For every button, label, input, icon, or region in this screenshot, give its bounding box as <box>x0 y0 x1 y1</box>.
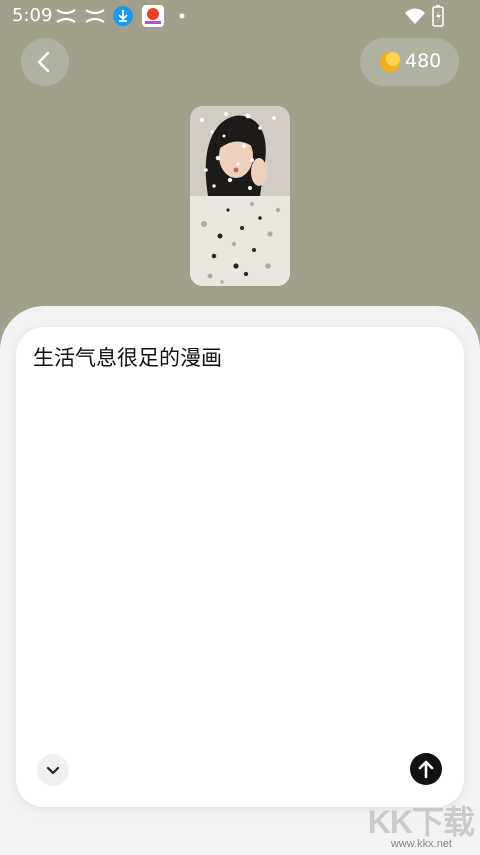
collapse-button[interactable] <box>37 754 69 786</box>
download-icon <box>113 6 133 26</box>
chevron-down-icon <box>46 766 60 775</box>
status-time: 5:09 <box>12 5 53 26</box>
status-bar: 5:09 <box>0 0 480 32</box>
app-notification-icon <box>142 5 164 27</box>
back-button[interactable] <box>21 38 69 86</box>
network-icon <box>56 9 76 23</box>
wifi-icon <box>405 8 425 24</box>
watermark-url: www.kkx.net <box>390 838 452 850</box>
arrow-up-icon <box>418 760 434 779</box>
coin-count: 480 <box>405 50 442 72</box>
notification-dot-icon <box>179 13 185 19</box>
send-button[interactable] <box>410 753 442 785</box>
prompt-input[interactable]: 生活气息很足的漫画 <box>33 343 443 373</box>
preview-image[interactable] <box>190 106 290 286</box>
coin-balance[interactable]: 480 <box>360 38 459 86</box>
portrait-preview <box>190 106 290 286</box>
network-icon <box>85 9 105 23</box>
watermark: KK下载 www.kkx.net <box>362 795 480 855</box>
coin-icon <box>380 52 400 72</box>
watermark-logo: KK下载 <box>367 804 475 840</box>
prompt-input-card[interactable]: 生活气息很足的漫画 <box>16 327 464 807</box>
chevron-left-icon <box>37 51 50 73</box>
battery-icon <box>432 5 444 27</box>
